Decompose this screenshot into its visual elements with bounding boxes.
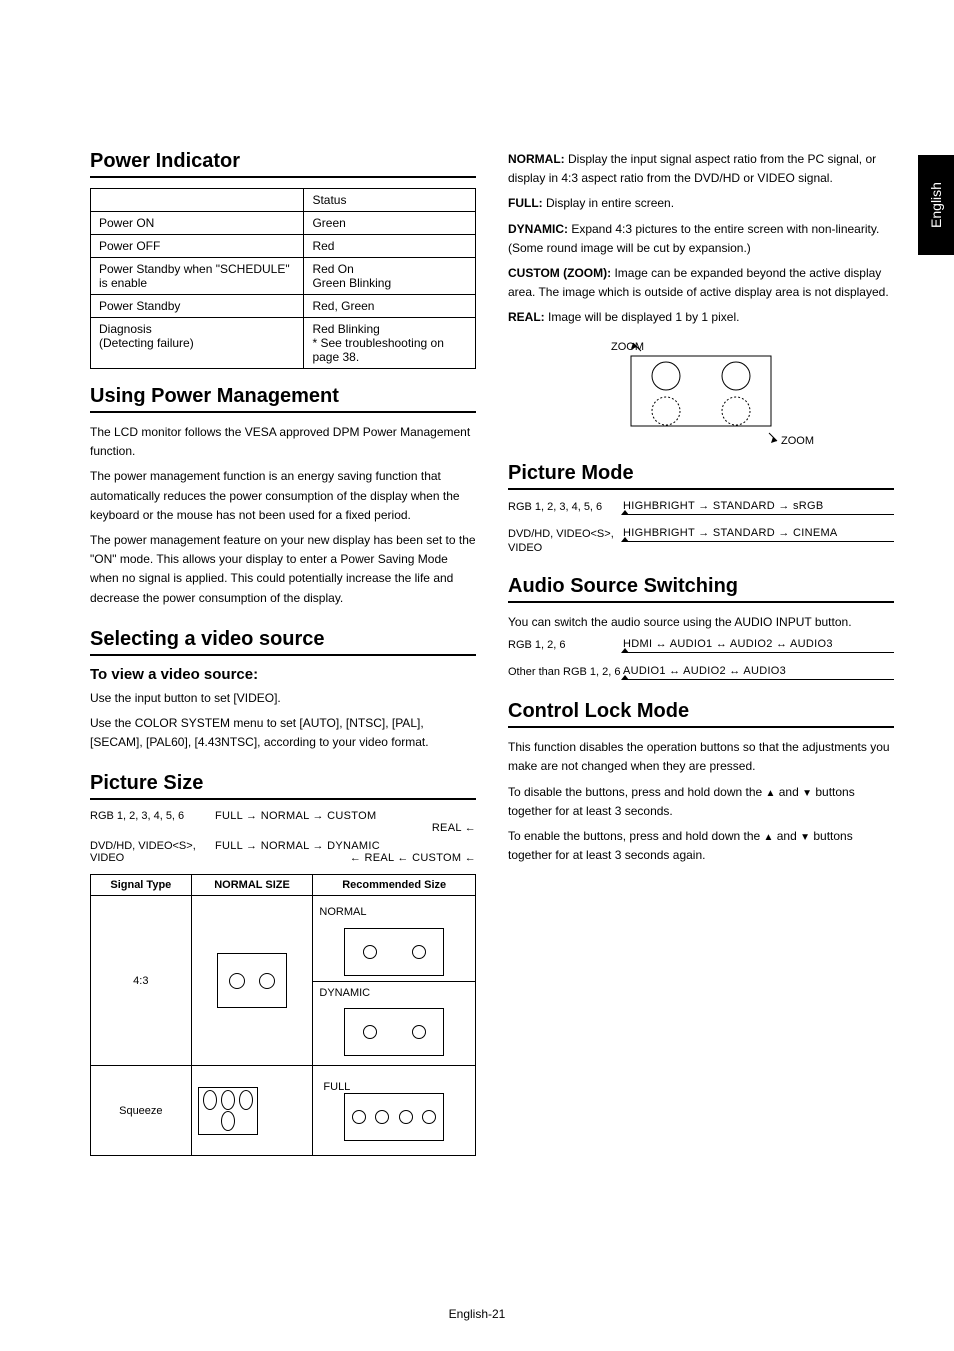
pi-head-1: Status bbox=[304, 189, 476, 212]
cl-paragraph-3: To enable the buttons, press and hold do… bbox=[508, 827, 894, 865]
pi-r2c1: Red On Green Blinking bbox=[304, 258, 476, 295]
psize-row2-seq-top: FULL → NORMAL → DYNAMIC bbox=[215, 840, 476, 852]
triangle-down-icon: ▼ bbox=[802, 788, 812, 799]
audio-row1-label: RGB 1, 2, 6 bbox=[508, 638, 623, 652]
aspect-43-icon bbox=[217, 953, 287, 1008]
mode-custom-b: CUSTOM (ZOOM): bbox=[508, 266, 611, 280]
mode-custom: CUSTOM (ZOOM): Image can be expanded bey… bbox=[508, 264, 894, 302]
full-mode-icon bbox=[344, 1093, 444, 1141]
pi-r3c1: Red, Green bbox=[304, 295, 476, 318]
pi-head-0 bbox=[91, 189, 304, 212]
signal-table: Signal Type NORMAL SIZE Recommended Size… bbox=[90, 874, 476, 1156]
audio-row2-seq: AUDIO1 ↔ AUDIO2 ↔ AUDIO3 bbox=[623, 665, 894, 677]
sig-h0: Signal Type bbox=[91, 875, 192, 896]
sig-r1-c2a-label: NORMAL bbox=[313, 906, 366, 918]
return-arrow-icon bbox=[623, 514, 894, 515]
triangle-down-icon: ▼ bbox=[800, 832, 810, 843]
sig-r1-c2: NORMAL DYNAMIC bbox=[313, 896, 476, 1066]
cl-p2a: To disable the buttons, press and hold d… bbox=[508, 785, 766, 799]
heading-audio-switching: Audio Source Switching bbox=[508, 575, 894, 603]
heading-control-lock: Control Lock Mode bbox=[508, 700, 894, 728]
pm-paragraph-3: The power management feature on your new… bbox=[90, 531, 476, 608]
subheading-view-source: To view a video source: bbox=[90, 666, 476, 683]
mode-dynamic: DYNAMIC: Expand 4:3 pictures to the enti… bbox=[508, 220, 894, 258]
psize-row1-label: RGB 1, 2, 3, 4, 5, 6 bbox=[90, 810, 215, 822]
zoom-right-label: ZOOM bbox=[781, 435, 814, 446]
pi-r1c0: Power OFF bbox=[91, 235, 304, 258]
pi-r3c0: Power Standby bbox=[91, 295, 304, 318]
pm-paragraph-1: The LCD monitor follows the VESA approve… bbox=[90, 423, 476, 461]
sel-p1: Use the input button to set [VIDEO]. bbox=[90, 689, 476, 708]
page-footer: English-21 bbox=[0, 1307, 954, 1321]
mode-dynamic-b: DYNAMIC: bbox=[508, 222, 568, 236]
psize-row1-seq-bot: REAL ← bbox=[215, 822, 476, 834]
sig-r2-c2a-label: FULL bbox=[317, 1081, 471, 1093]
pi-r0c1: Green bbox=[304, 212, 476, 235]
triangle-up-icon: ▲ bbox=[764, 832, 774, 843]
sig-r2-c1 bbox=[191, 1066, 313, 1156]
pi-r4c1: Red Blinking * See troubleshooting on pa… bbox=[304, 318, 476, 369]
psize-row2-seq-bot: ← REAL ← CUSTOM ← bbox=[215, 852, 476, 864]
cl-p3a: To enable the buttons, press and hold do… bbox=[508, 829, 764, 843]
audio-row2-label: Other than RGB 1, 2, 6 bbox=[508, 665, 623, 679]
pi-r0c0: Power ON bbox=[91, 212, 304, 235]
sig-h1: NORMAL SIZE bbox=[191, 875, 313, 896]
dynamic-mode-icon bbox=[344, 1008, 444, 1056]
zoom-left-label: ZOOM bbox=[611, 341, 644, 353]
power-indicator-table: Status Power ONGreen Power OFFRed Power … bbox=[90, 188, 476, 369]
heading-power-management: Using Power Management bbox=[90, 385, 476, 413]
sig-r1-c2b-label: DYNAMIC bbox=[313, 987, 370, 999]
cl-p2b: and bbox=[775, 785, 802, 799]
left-column: Power Indicator Status Power ONGreen Pow… bbox=[90, 150, 476, 1156]
sig-r2-c2: FULL bbox=[313, 1066, 476, 1156]
pi-r4c0: Diagnosis (Detecting failure) bbox=[91, 318, 304, 369]
audio-row1-seq: HDMI ↔ AUDIO1 ↔ AUDIO2 ↔ AUDIO3 bbox=[623, 638, 894, 650]
mode-normal-b: NORMAL: bbox=[508, 152, 565, 166]
language-tab: English bbox=[918, 155, 954, 255]
return-arrow-icon bbox=[623, 541, 894, 542]
mode-normal: NORMAL: Display the input signal aspect … bbox=[508, 150, 894, 188]
picmode-row1-label: RGB 1, 2, 3, 4, 5, 6 bbox=[508, 500, 623, 514]
psize-row2-seq: FULL → NORMAL → DYNAMIC ← REAL ← CUSTOM … bbox=[215, 840, 476, 864]
language-tab-label: English bbox=[928, 182, 944, 228]
psize-row1-seq: FULL → NORMAL → CUSTOM REAL ← bbox=[215, 810, 476, 834]
mode-full-t: Display in entire screen. bbox=[543, 196, 674, 210]
sig-h2: Recommended Size bbox=[313, 875, 476, 896]
squeeze-icon bbox=[198, 1087, 258, 1135]
mode-full-b: FULL: bbox=[508, 196, 543, 210]
heading-power-indicator: Power Indicator bbox=[90, 150, 476, 178]
psize-row2-label: DVD/HD, VIDEO<S>, VIDEO bbox=[90, 840, 215, 864]
zoom-diagram: ZOOM ZOOM bbox=[508, 336, 894, 446]
mode-real-t: Image will be displayed 1 by 1 pixel. bbox=[545, 310, 740, 324]
sel-p2: Use the COLOR SYSTEM menu to set [AUTO],… bbox=[90, 714, 476, 752]
mode-real: REAL: Image will be displayed 1 by 1 pix… bbox=[508, 308, 894, 327]
pm-paragraph-2: The power management function is an ener… bbox=[90, 467, 476, 525]
picmode-row2-seq: HIGHBRIGHT → STANDARD → CINEMA bbox=[623, 527, 894, 539]
return-arrow-icon bbox=[623, 652, 894, 653]
picmode-row2-label: DVD/HD, VIDEO<S>, VIDEO bbox=[508, 527, 623, 556]
audio-paragraph: You can switch the audio source using th… bbox=[508, 613, 894, 632]
cl-paragraph-2: To disable the buttons, press and hold d… bbox=[508, 783, 894, 821]
picmode-row1-seq: HIGHBRIGHT → STANDARD → sRGB bbox=[623, 500, 894, 512]
cl-p3b: and bbox=[773, 829, 800, 843]
cl-paragraph-1: This function disables the operation but… bbox=[508, 738, 894, 776]
heading-selecting-video: Selecting a video source bbox=[90, 628, 476, 656]
sig-r1-c0: 4:3 bbox=[91, 896, 192, 1066]
triangle-up-icon: ▲ bbox=[766, 788, 776, 799]
pi-r1c1: Red bbox=[304, 235, 476, 258]
sig-r2-c0: Squeeze bbox=[91, 1066, 192, 1156]
pi-r2c0: Power Standby when "SCHEDULE" is enable bbox=[91, 258, 304, 295]
heading-picture-mode: Picture Mode bbox=[508, 462, 894, 490]
heading-picture-size: Picture Size bbox=[90, 772, 476, 800]
sig-r1-c1 bbox=[191, 896, 313, 1066]
mode-full: FULL: Display in entire screen. bbox=[508, 194, 894, 213]
mode-real-b: REAL: bbox=[508, 310, 545, 324]
right-column: NORMAL: Display the input signal aspect … bbox=[508, 150, 894, 1156]
return-arrow-icon bbox=[623, 679, 894, 680]
psize-row1-seq-top: FULL → NORMAL → CUSTOM bbox=[215, 810, 476, 822]
normal-mode-icon bbox=[344, 928, 444, 976]
